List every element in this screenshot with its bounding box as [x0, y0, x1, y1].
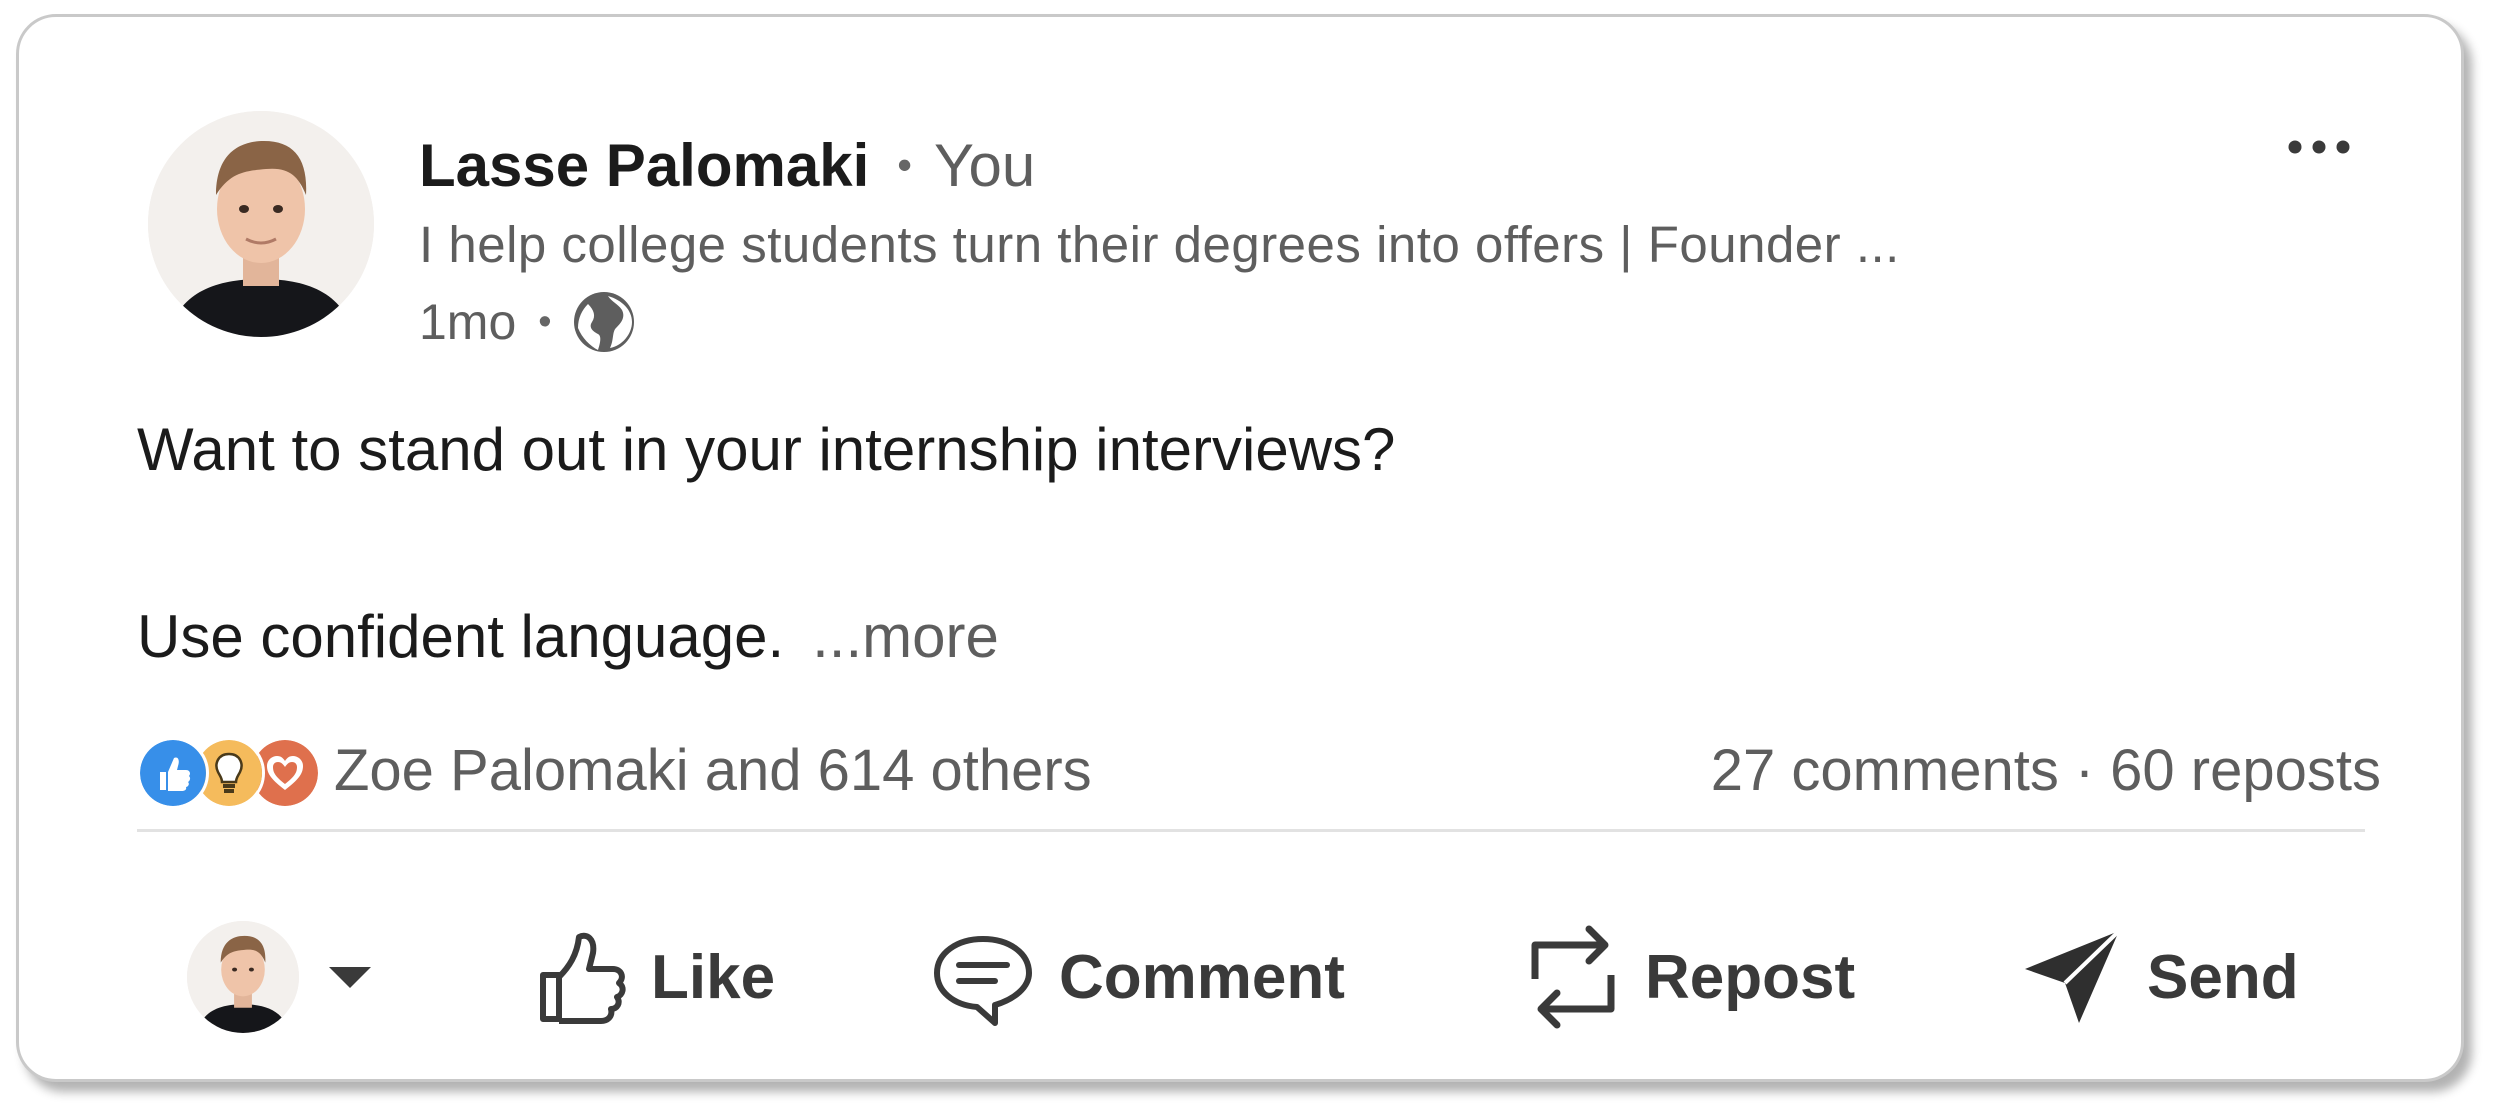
- post-text: Use confident language.: [137, 603, 785, 670]
- avatar: [187, 921, 299, 1033]
- reactions-summary[interactable]: Zoe Palomaki and 614 others: [137, 735, 1092, 809]
- comment-label: Comment: [1059, 942, 1345, 1012]
- thumbs-up-icon: [540, 932, 626, 1024]
- author-avatar[interactable]: [148, 111, 374, 337]
- author-name[interactable]: Lasse Palomaki: [419, 131, 869, 200]
- reactions-text: Zoe Palomaki and 614 others: [334, 737, 1092, 803]
- person-portrait-icon: [187, 921, 299, 1033]
- caret-down-icon: [329, 967, 371, 988]
- separator-dot: •: [538, 300, 552, 343]
- reposts-count[interactable]: 60 reposts: [2110, 737, 2381, 804]
- engagement-counts: 27 comments · 60 reposts: [1711, 735, 2381, 805]
- comment-icon: [934, 936, 1032, 1026]
- like-button[interactable]: Like: [533, 917, 775, 1037]
- post-text-line: Want to stand out in your internship int…: [137, 416, 1396, 483]
- author-line: Lasse Palomaki • You: [419, 125, 1035, 205]
- see-more-link[interactable]: ...more: [812, 603, 999, 670]
- send-icon: [2025, 929, 2121, 1023]
- separator-dot: •: [897, 141, 912, 188]
- more-horizontal-icon: [2288, 140, 2350, 154]
- author-headline: I help college students turn their degre…: [419, 216, 1900, 273]
- reaction-icons: [137, 735, 322, 809]
- repost-icon: [1531, 925, 1615, 1029]
- counts-separator: ·: [2074, 737, 2095, 803]
- repost-label: Repost: [1645, 942, 1856, 1012]
- send-button[interactable]: Send: [2021, 917, 2299, 1037]
- post-text-line-2: Use confident language. ...more: [137, 602, 999, 671]
- send-label: Send: [2147, 942, 2299, 1012]
- post-meta: 1mo •: [419, 287, 638, 357]
- reaction-identity-selector[interactable]: [187, 917, 373, 1037]
- comment-button[interactable]: Comment: [929, 917, 1345, 1037]
- repost-button[interactable]: Repost: [1523, 917, 1855, 1037]
- author-relation: You: [933, 131, 1036, 199]
- post-card: Lasse Palomaki • You I help college stud…: [16, 14, 2464, 1082]
- divider: [137, 829, 2365, 832]
- globe-icon: [573, 292, 634, 352]
- post-time[interactable]: 1mo: [419, 293, 516, 351]
- action-bar: Like Comment Repost Send: [19, 917, 2467, 1037]
- like-label: Like: [651, 942, 776, 1012]
- person-portrait-icon: [148, 111, 374, 337]
- comments-count[interactable]: 27 comments: [1711, 737, 2059, 804]
- more-options-button[interactable]: [2273, 117, 2365, 177]
- like-reaction-icon: [137, 737, 209, 809]
